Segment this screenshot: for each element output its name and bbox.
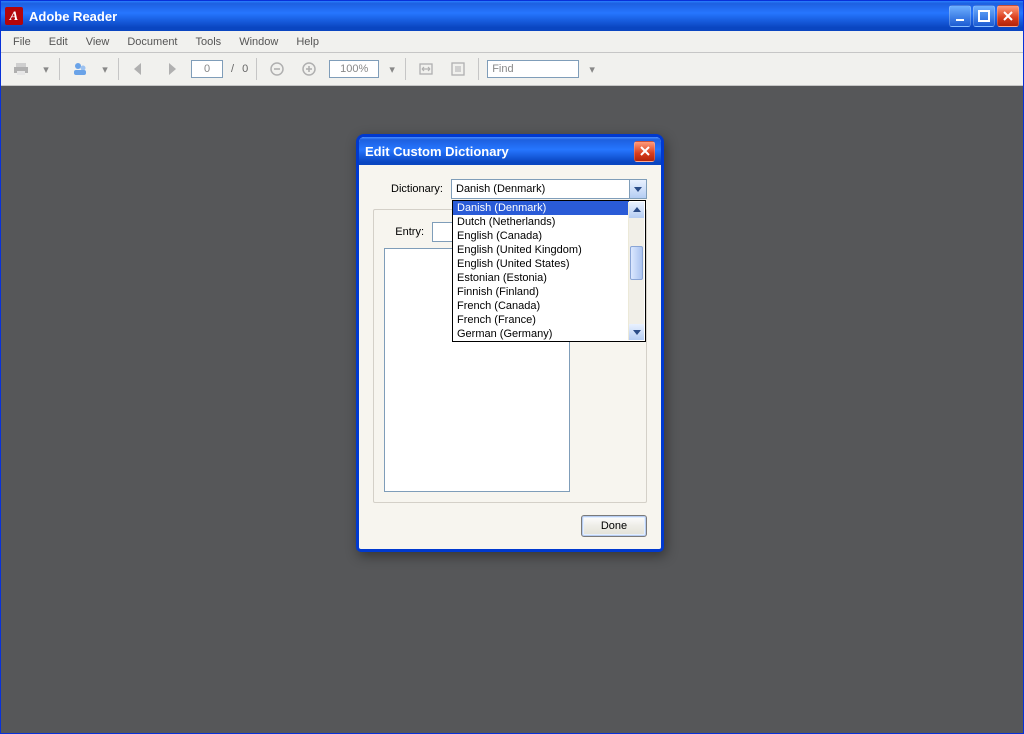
arrow-left-icon [131,61,147,77]
printer-icon [13,61,29,77]
separator [405,58,406,80]
dictionary-label: Dictionary: [373,183,443,195]
find-input[interactable] [487,60,579,78]
minimize-button[interactable] [949,5,971,27]
dictionary-dropdown-list[interactable]: Danish (Denmark)Dutch (Netherlands)Engli… [452,200,646,342]
scrollbar-thumb[interactable] [630,246,643,280]
scroll-down-button[interactable] [629,324,644,340]
print-button[interactable] [9,57,33,81]
dictionary-option[interactable]: English (United States) [453,257,629,271]
fit-page-icon [450,61,466,77]
chevron-down-icon [633,328,641,336]
fit-page-button[interactable] [446,57,470,81]
dictionary-option[interactable]: English (United Kingdom) [453,243,629,257]
scrollbar-track[interactable] [629,218,644,324]
menu-help[interactable]: Help [288,34,327,50]
maximize-button[interactable] [973,5,995,27]
dictionary-selected-value: Danish (Denmark) [456,183,545,195]
find-dropdown[interactable]: ▾ [587,63,597,76]
fit-width-button[interactable] [414,57,438,81]
maximize-icon [978,10,990,22]
dialog-titlebar[interactable]: Edit Custom Dictionary [359,137,661,165]
arrow-right-icon [163,61,179,77]
separator [59,58,60,80]
dictionary-option[interactable]: French (France) [453,313,629,327]
done-button[interactable]: Done [581,515,647,537]
separator [478,58,479,80]
next-page-button[interactable] [159,57,183,81]
app-icon: A [5,7,23,25]
edit-dictionary-dialog: Edit Custom Dictionary Dictionary: Danis… [356,134,664,552]
app-title: Adobe Reader [29,9,117,24]
app-window: A Adobe Reader FileEditViewDocumentTools… [0,0,1024,734]
dialog-close-button[interactable] [634,141,655,162]
menu-window[interactable]: Window [231,34,286,50]
fit-width-icon [418,61,434,77]
zoom-dropdown[interactable]: ▾ [387,63,397,76]
dialog-title: Edit Custom Dictionary [365,144,509,159]
entry-label: Entry: [384,226,424,238]
dictionary-option[interactable]: English (Canada) [453,229,629,243]
dictionary-option[interactable]: Estonian (Estonia) [453,271,629,285]
close-window-button[interactable] [997,5,1019,27]
page-total: 0 [242,63,248,75]
combobox-dropdown-button[interactable] [629,180,646,198]
menu-document[interactable]: Document [119,34,185,50]
minus-circle-icon [269,61,285,77]
page-number-input[interactable] [191,60,223,78]
dictionary-combobox[interactable]: Danish (Denmark) Danish (Denmark)Dutch (… [451,179,647,199]
separator [118,58,119,80]
chevron-up-icon [633,206,641,214]
dictionary-option[interactable]: French (Canada) [453,299,629,313]
zoom-input[interactable] [329,60,379,78]
menubar: FileEditViewDocumentToolsWindowHelp [1,31,1023,53]
minimize-icon [954,10,966,22]
print-dropdown[interactable]: ▾ [41,63,51,76]
zoom-in-button[interactable] [297,57,321,81]
scroll-up-button[interactable] [629,202,644,218]
dictionary-option[interactable]: German (Germany) [453,327,629,341]
dictionary-option[interactable]: Danish (Denmark) [453,201,629,215]
menu-view[interactable]: View [78,34,118,50]
plus-circle-icon [301,61,317,77]
dictionary-option[interactable]: Finnish (Finland) [453,285,629,299]
page-separator: / [231,63,234,75]
people-icon [72,61,88,77]
menu-tools[interactable]: Tools [188,34,230,50]
dictionary-option[interactable]: Dutch (Netherlands) [453,215,629,229]
menu-edit[interactable]: Edit [41,34,76,50]
collab-dropdown[interactable]: ▾ [100,63,110,76]
separator [256,58,257,80]
titlebar: A Adobe Reader [1,1,1023,31]
chevron-down-icon [634,185,642,193]
close-icon [1002,10,1014,22]
toolbar: ▾ ▾ / 0 ▾ ▾ [1,53,1023,86]
close-icon [639,145,651,157]
prev-page-button[interactable] [127,57,151,81]
dropdown-scrollbar[interactable] [628,202,644,340]
menu-file[interactable]: File [5,34,39,50]
zoom-out-button[interactable] [265,57,289,81]
collab-button[interactable] [68,57,92,81]
